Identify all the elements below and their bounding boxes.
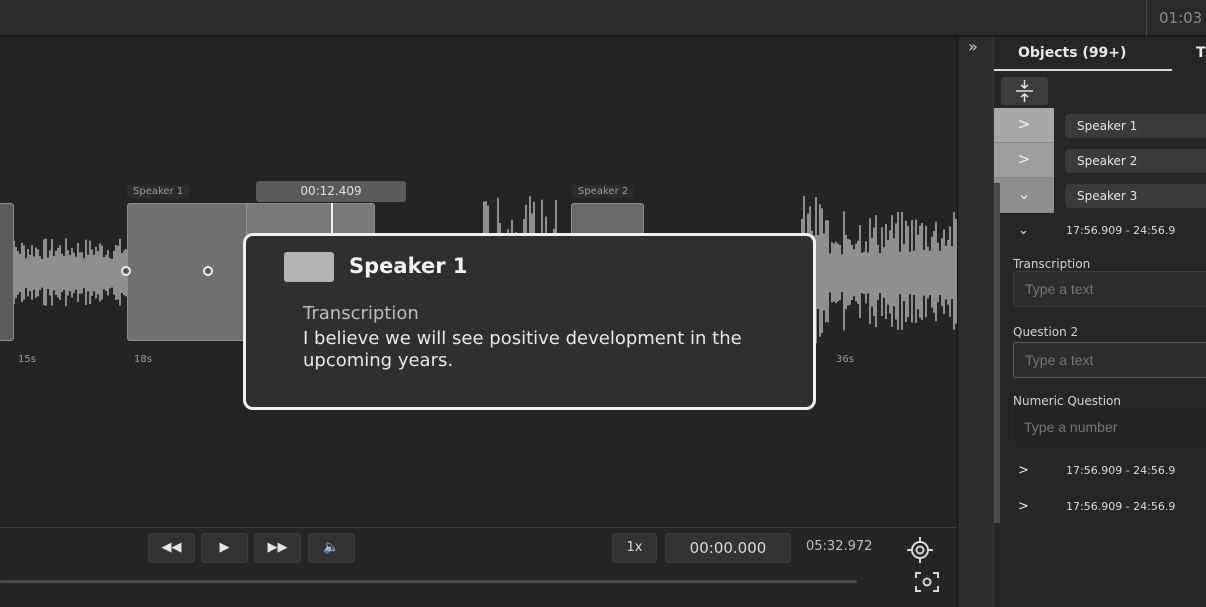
object-row-speaker-3[interactable]: ⌄ Speaker 3 xyxy=(994,178,1206,213)
playhead-time-label: 00:12.409 xyxy=(256,181,406,202)
segment-range-2: 17:56.909 - 24:56.9 xyxy=(1066,464,1176,477)
segment-range-1: 17:56.909 - 24:56.9 xyxy=(1066,224,1176,237)
tab-other[interactable]: T xyxy=(1196,37,1206,71)
numeric-question-input[interactable] xyxy=(1013,409,1206,445)
object-name-speaker-1[interactable]: Speaker 1 xyxy=(1065,114,1206,138)
region-label-speaker-2: Speaker 2 xyxy=(572,185,635,198)
expand-collapse-icon xyxy=(1016,80,1033,102)
segment-tooltip: Speaker 1 Transcription I believe we wil… xyxy=(243,233,816,410)
duration-display: 05:32.972 xyxy=(806,539,873,554)
target-icon[interactable] xyxy=(906,536,934,564)
play-button[interactable]: ▶ xyxy=(201,533,248,563)
segment-row-3[interactable]: > 17:56.909 - 24:56.9 xyxy=(994,493,1206,523)
current-time-display[interactable]: 00:00.000 xyxy=(665,533,791,563)
tooltip-transcription-text: I believe we will see positive developme… xyxy=(303,328,742,371)
object-toggle-speaker-1[interactable]: > xyxy=(994,108,1054,143)
expand-collapse-button[interactable] xyxy=(1001,77,1048,105)
question-2-label: Question 2 xyxy=(1013,325,1079,339)
segment-range-3: 17:56.909 - 24:56.9 xyxy=(1066,500,1176,513)
region-handle-start[interactable] xyxy=(121,266,131,276)
objects-panel: Objects (99+) T > Speaker 1 > Speaker 2 … xyxy=(993,37,1206,607)
rewind-button[interactable]: ◀◀ xyxy=(148,533,195,563)
object-row-speaker-1[interactable]: > Speaker 1 xyxy=(994,108,1206,143)
object-toggle-speaker-3[interactable]: ⌄ xyxy=(994,178,1054,213)
object-row-speaker-2[interactable]: > Speaker 2 xyxy=(994,143,1206,178)
segment-row-1[interactable]: ⌄ 17:56.909 - 24:56.9 xyxy=(994,217,1206,247)
timeline-scrubber[interactable] xyxy=(0,580,857,583)
object-toggle-speaker-2[interactable]: > xyxy=(994,143,1054,178)
time-tick-36s: 36s xyxy=(836,354,854,365)
chevron-down-icon[interactable]: ⌄ xyxy=(1018,223,1029,238)
collapse-panel-column: » xyxy=(957,37,993,607)
volume-icon: 🔈 xyxy=(323,540,340,555)
volume-button[interactable]: 🔈 xyxy=(308,533,355,563)
tooltip-speaker-name: Speaker 1 xyxy=(349,254,468,278)
region-previous[interactable] xyxy=(0,203,14,341)
object-name-speaker-3[interactable]: Speaker 3 xyxy=(1065,184,1206,208)
transcription-label: Transcription xyxy=(1013,257,1091,271)
top-bar: 01:03 xyxy=(0,0,1206,36)
segment-row-2[interactable]: > 17:56.909 - 24:56.9 xyxy=(994,457,1206,487)
speaker-color-swatch xyxy=(284,252,334,282)
top-time-box: 01:03 xyxy=(1146,0,1206,36)
numeric-question-label: Numeric Question xyxy=(1013,394,1122,408)
tab-objects[interactable]: Objects (99+) xyxy=(994,37,1172,71)
tooltip-transcription-label: Transcription xyxy=(303,303,419,324)
question-2-input[interactable] xyxy=(1013,342,1206,378)
fast-forward-button[interactable]: ▶▶ xyxy=(254,533,301,563)
play-icon: ▶ xyxy=(219,540,230,555)
transcription-input[interactable] xyxy=(1013,271,1206,307)
collapse-panel-icon[interactable]: » xyxy=(968,37,978,56)
fast-forward-icon: ▶▶ xyxy=(267,540,288,555)
top-time-readout: 01:03 xyxy=(1159,9,1203,27)
region-handle-point[interactable] xyxy=(203,266,213,276)
chevron-right-icon[interactable]: > xyxy=(1018,499,1029,514)
time-tick-15s: 15s xyxy=(18,354,36,365)
playback-speed-button[interactable]: 1x xyxy=(612,533,657,563)
time-tick-18s: 18s xyxy=(134,354,152,365)
object-name-speaker-2[interactable]: Speaker 2 xyxy=(1065,149,1206,173)
region-label-speaker-1: Speaker 1 xyxy=(127,185,190,198)
player-bar: ◀◀ ▶ ▶▶ 🔈 1x 00:00.000 05:32.972 xyxy=(0,527,957,607)
chevron-right-icon[interactable]: > xyxy=(1018,463,1029,478)
fit-screen-icon[interactable] xyxy=(914,571,940,593)
rewind-icon: ◀◀ xyxy=(161,540,182,555)
